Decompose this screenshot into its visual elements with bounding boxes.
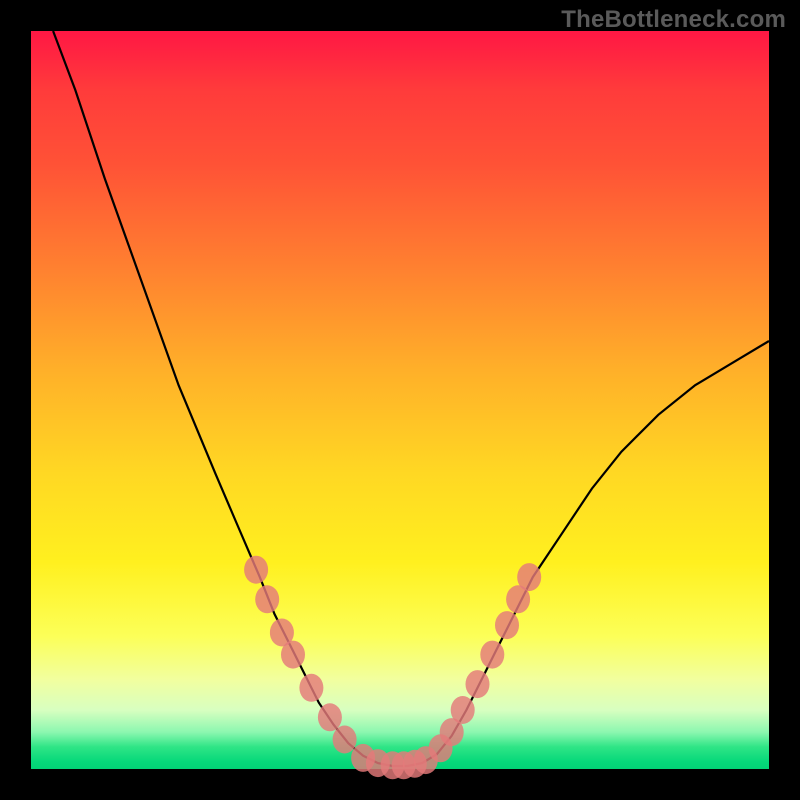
curve-marker: [299, 674, 323, 702]
curve-marker: [517, 563, 541, 591]
curve-marker: [480, 641, 504, 669]
bottleneck-curve: [53, 31, 769, 766]
curve-marker: [244, 556, 268, 584]
curve-marker: [466, 670, 490, 698]
bottleneck-curve-svg: [31, 31, 769, 769]
curve-marker: [451, 696, 475, 724]
curve-marker: [281, 641, 305, 669]
curve-marker: [318, 703, 342, 731]
curve-marker: [333, 726, 357, 754]
curve-marker: [495, 611, 519, 639]
plot-area: [31, 31, 769, 769]
chart-frame: TheBottleneck.com: [0, 0, 800, 800]
marker-group: [244, 556, 541, 780]
watermark-text: TheBottleneck.com: [561, 6, 786, 34]
curve-marker: [255, 585, 279, 613]
